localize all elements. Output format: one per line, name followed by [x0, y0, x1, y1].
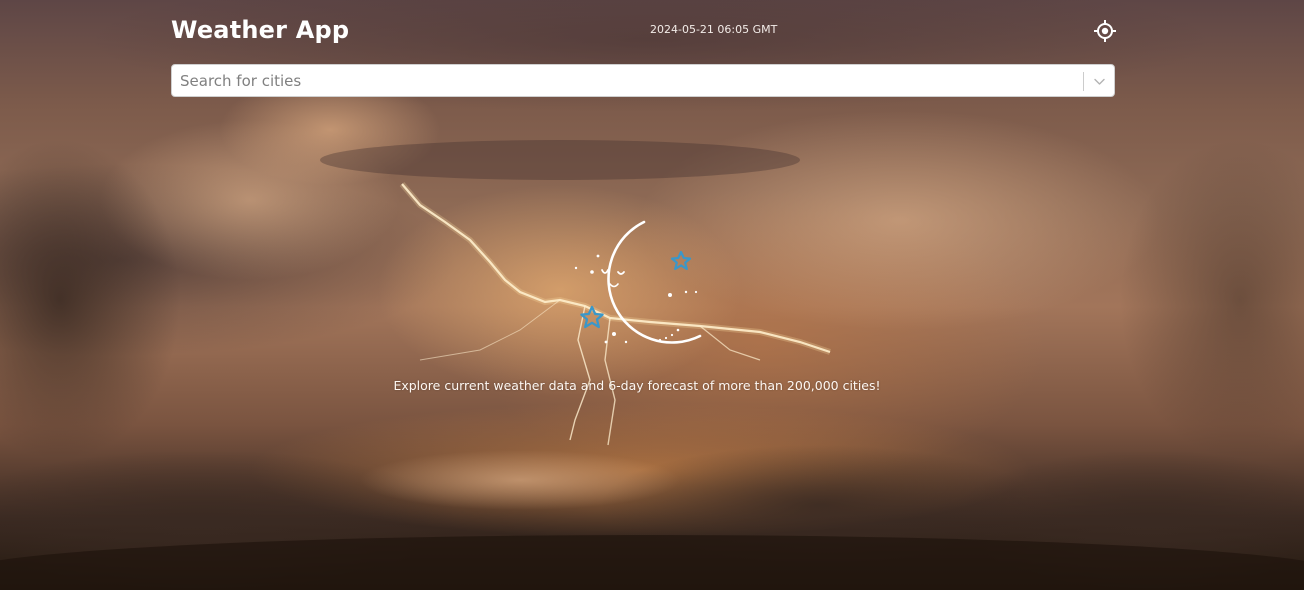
empty-state: Explore current weather data and 6-day f… — [340, 218, 934, 408]
app-header: Weather App 2024-05-21 06:05 GMT — [171, 14, 1117, 50]
empty-state-message: Explore current weather data and 6-day f… — [393, 378, 881, 393]
search-divider — [1083, 72, 1084, 91]
search-input[interactable] — [180, 65, 1075, 96]
moon-with-stars-illustration — [574, 220, 702, 344]
crosshair-locate-icon — [1094, 20, 1116, 42]
city-search-select[interactable] — [171, 64, 1115, 97]
dropdown-toggle[interactable] — [1089, 71, 1110, 92]
current-datetime: 2024-05-21 06:05 GMT — [650, 23, 778, 36]
use-my-location-button[interactable] — [1093, 19, 1117, 43]
chevron-down-icon — [1094, 78, 1105, 85]
app-title: Weather App — [171, 16, 350, 44]
